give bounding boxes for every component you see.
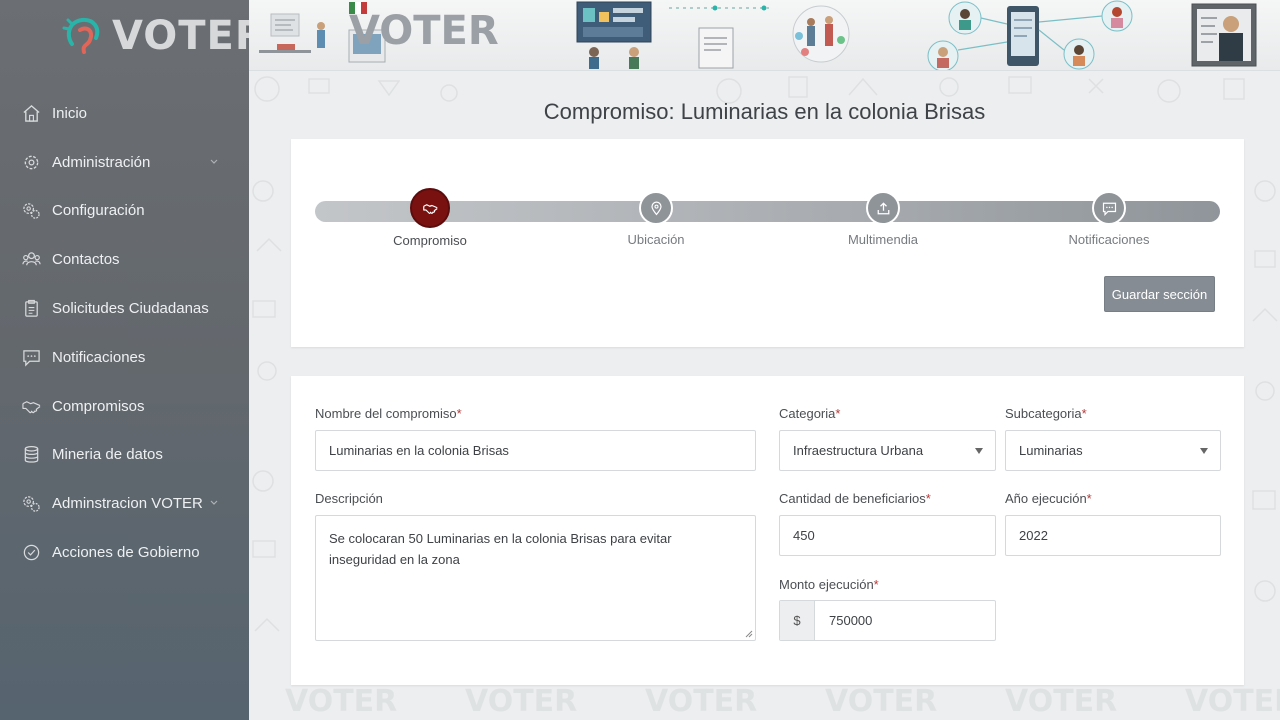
banner-brand-text: VOTER (349, 8, 499, 54)
sidebar-item-label: Configuración (52, 202, 145, 220)
watermark-text: VOTER (1185, 684, 1280, 719)
sidebar-nav: Inicio Administración Configuración Cont… (0, 89, 249, 577)
subcategoria-select[interactable]: Luminarias (1005, 430, 1221, 471)
watermark-text: VOTER (1005, 684, 1117, 719)
descripcion-textarea[interactable]: Se colocaran 50 Luminarias en la colonia… (315, 515, 756, 641)
sidebar-item-admin-voter[interactable]: Adminstracion VOTER (0, 479, 249, 528)
check-circle-icon (21, 543, 41, 563)
resize-handle-icon[interactable] (745, 630, 753, 638)
sidebar-item-label: Notificaciones (52, 348, 146, 366)
descripcion-label: Descripción (315, 491, 383, 506)
required-mark: * (456, 406, 462, 421)
gears-icon (21, 494, 41, 514)
watermark-text: VOTER (645, 684, 757, 719)
sidebar-item-label: Solicitudes Ciudadanas (52, 300, 209, 318)
chat-icon (21, 347, 41, 367)
sidebar-item-solicitudes[interactable]: Solicitudes Ciudadanas (0, 284, 249, 333)
step-label: Notificaciones (1068, 232, 1150, 247)
handshake-icon (21, 396, 41, 416)
gears-icon (21, 201, 41, 221)
anio-value: 2022 (1019, 528, 1048, 543)
sidebar-item-administracion[interactable]: Administración (0, 138, 249, 187)
watermark-text: VOTER (465, 684, 577, 719)
users-icon (21, 250, 41, 270)
sidebar: VOTER Inicio Administración Configuració… (0, 0, 266, 720)
step-compromiso[interactable]: Compromiso (350, 188, 510, 248)
watermark-text: VOTER (825, 684, 937, 719)
required-mark: * (1081, 406, 1087, 421)
beneficiarios-label: Cantidad de beneficiarios* (779, 491, 931, 506)
required-mark: * (835, 406, 841, 421)
dropdown-arrow-icon (975, 448, 983, 454)
step-label: Multimendia (847, 232, 919, 247)
sidebar-item-label: Adminstracion VOTER (52, 495, 203, 513)
monto-input[interactable]: $ 750000 (779, 600, 996, 641)
map-pin-icon (639, 191, 673, 225)
sidebar-item-configuracion[interactable]: Configuración (0, 187, 249, 236)
sidebar-item-inicio[interactable]: Inicio (0, 89, 249, 138)
sidebar-item-label: Contactos (52, 251, 120, 269)
required-mark: * (1086, 491, 1092, 506)
sidebar-item-label: Compromisos (52, 397, 145, 415)
required-mark: * (873, 577, 879, 592)
dropdown-arrow-icon (1200, 448, 1208, 454)
subcategoria-value: Luminarias (1019, 443, 1083, 458)
chevron-down-icon (210, 159, 218, 164)
required-mark: * (925, 491, 931, 506)
currency-prefix: $ (780, 601, 815, 640)
upload-icon (866, 191, 900, 225)
beneficiarios-value: 450 (793, 528, 815, 543)
save-section-button[interactable]: Guardar sección (1104, 276, 1215, 312)
monto-value: 750000 (829, 613, 873, 628)
categoria-label: Categoria* (779, 406, 841, 421)
categoria-value: Infraestructura Urbana (793, 443, 924, 458)
anio-label: Año ejecución* (1005, 491, 1092, 506)
database-icon (21, 445, 41, 465)
sidebar-item-label: Mineria de datos (52, 446, 163, 464)
stepper-card: Compromiso Ubicación Multimendia Notific… (291, 139, 1244, 347)
step-multimedia[interactable]: Multimendia (803, 191, 963, 247)
chat-icon (1092, 191, 1126, 225)
handshake-icon (410, 188, 450, 228)
app-logo[interactable]: VOTER (62, 10, 267, 62)
home-icon (21, 103, 41, 123)
sidebar-item-contactos[interactable]: Contactos (0, 235, 249, 284)
step-label: Ubicación (627, 232, 685, 247)
step-label: Compromiso (393, 233, 467, 248)
sidebar-item-label: Administración (52, 153, 151, 171)
header-banner: VOTER (249, 0, 1280, 71)
sidebar-item-label: Acciones de Gobierno (52, 544, 200, 562)
descripcion-value: Se colocaran 50 Luminarias en la colonia… (329, 531, 672, 567)
beneficiarios-input[interactable]: 450 (779, 515, 996, 556)
step-notificaciones[interactable]: Notificaciones (1029, 191, 1189, 247)
clipboard-icon (21, 299, 41, 319)
anio-input[interactable]: 2022 (1005, 515, 1221, 556)
chevron-down-icon (210, 500, 218, 506)
monto-label: Monto ejecución* (779, 577, 879, 592)
nombre-label: Nombre del compromiso* (315, 406, 462, 421)
logo-head-icon (62, 14, 106, 58)
nombre-value: Luminarias en la colonia Brisas (329, 443, 509, 458)
subcategoria-label: Subcategoria* (1005, 406, 1087, 421)
sidebar-item-mineria[interactable]: Mineria de datos (0, 431, 249, 480)
page-title: Compromiso: Luminarias en la colonia Bri… (543, 99, 986, 124)
categoria-select[interactable]: Infraestructura Urbana (779, 430, 996, 471)
watermark-text: VOTER (285, 684, 397, 719)
sidebar-item-notificaciones[interactable]: Notificaciones (0, 333, 249, 382)
logo-text: VOTER (112, 13, 267, 59)
compromiso-form: Nombre del compromiso* Luminarias en la … (291, 376, 1244, 685)
sidebar-item-label: Inicio (52, 104, 88, 122)
step-ubicacion[interactable]: Ubicación (576, 191, 736, 247)
nombre-input[interactable]: Luminarias en la colonia Brisas (315, 430, 756, 471)
sidebar-item-acciones[interactable]: Acciones de Gobierno (0, 528, 249, 577)
main-content: VOTER VOTER VOTER VOTER VOTER VOTER Comp… (249, 71, 1280, 720)
sidebar-item-compromisos[interactable]: Compromisos (0, 382, 249, 431)
gear-icon (21, 152, 41, 172)
